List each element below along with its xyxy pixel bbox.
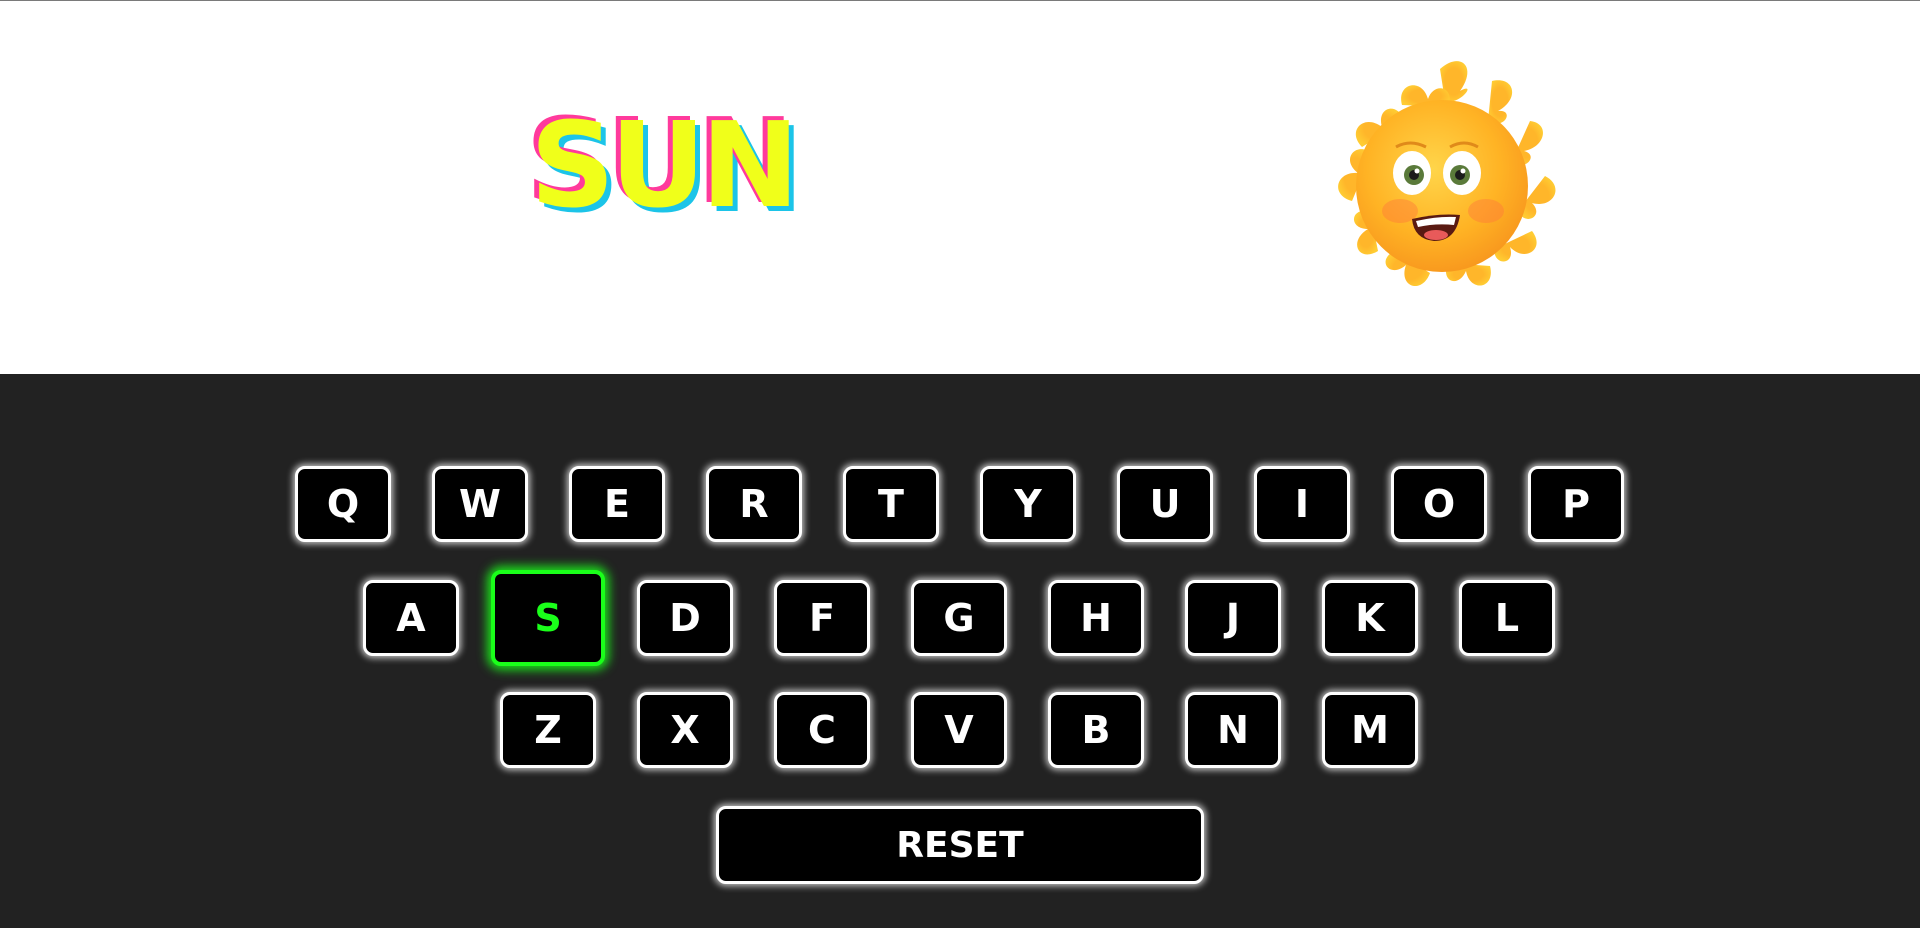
key-j[interactable]: J — [1185, 580, 1281, 656]
key-y[interactable]: Y — [980, 466, 1076, 542]
key-b[interactable]: B — [1048, 692, 1144, 768]
key-u[interactable]: U — [1117, 466, 1213, 542]
key-l[interactable]: L — [1459, 580, 1555, 656]
reset-button[interactable]: RESET — [716, 806, 1204, 884]
key-t[interactable]: T — [843, 466, 939, 542]
key-v[interactable]: V — [911, 692, 1007, 768]
key-m[interactable]: M — [1322, 692, 1418, 768]
key-o[interactable]: O — [1391, 466, 1487, 542]
key-d[interactable]: D — [637, 580, 733, 656]
key-s[interactable]: S — [491, 570, 605, 666]
key-w[interactable]: W — [432, 466, 528, 542]
sun-emoji-icon — [1310, 51, 1570, 311]
key-e[interactable]: E — [569, 466, 665, 542]
key-i[interactable]: I — [1254, 466, 1350, 542]
key-k[interactable]: K — [1322, 580, 1418, 656]
key-x[interactable]: X — [637, 692, 733, 768]
keyboard-panel: RESET QWERTYUIOP ASDFGHJKL ZXCVBNM — [0, 374, 1920, 928]
key-h[interactable]: H — [1048, 580, 1144, 656]
key-a[interactable]: A — [363, 580, 459, 656]
key-r[interactable]: R — [706, 466, 802, 542]
key-z[interactable]: Z — [500, 692, 596, 768]
key-f[interactable]: F — [774, 580, 870, 656]
key-g[interactable]: G — [911, 580, 1007, 656]
key-c[interactable]: C — [774, 692, 870, 768]
word-title: SUN — [530, 96, 800, 234]
key-n[interactable]: N — [1185, 692, 1281, 768]
word-display-area: SUN — [0, 1, 1920, 374]
key-p[interactable]: P — [1528, 466, 1624, 542]
key-q[interactable]: Q — [295, 466, 391, 542]
